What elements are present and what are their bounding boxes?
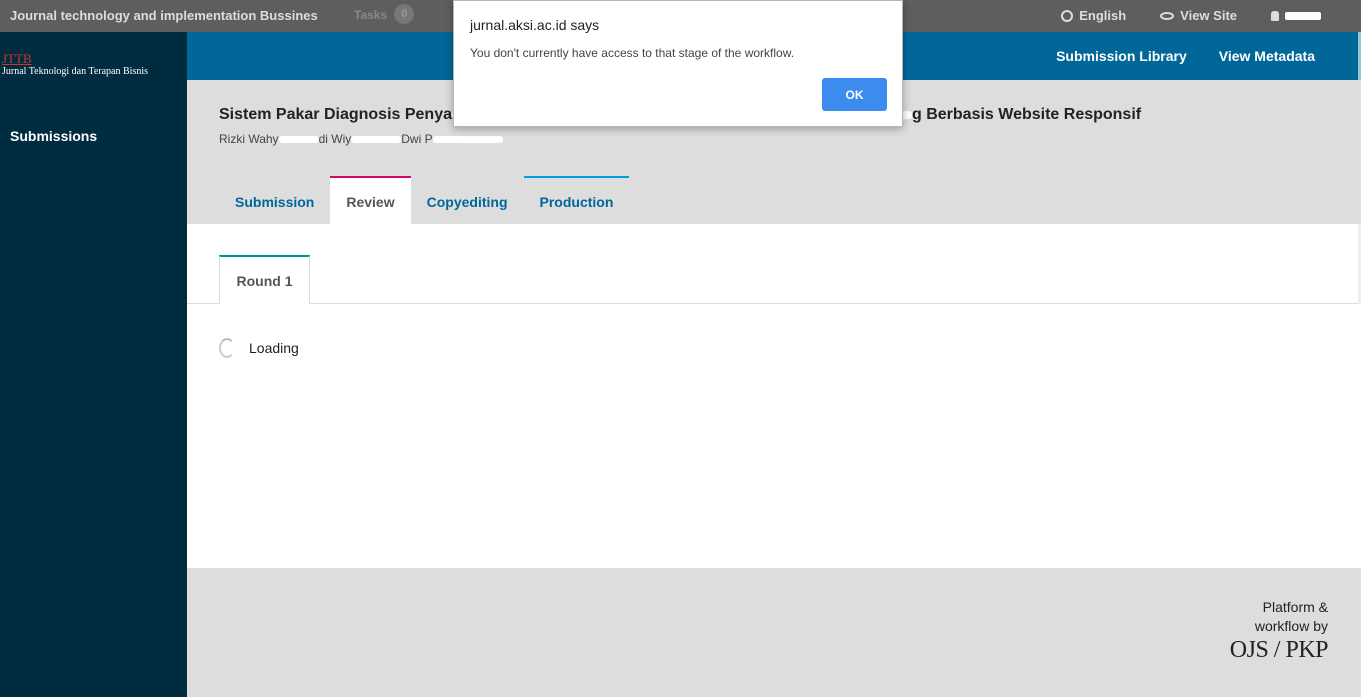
- redaction-mark: [432, 136, 503, 144]
- footer: Platform & workflow by OJS / PKP: [187, 568, 1361, 697]
- spinner-icon: [219, 338, 235, 358]
- submission-library-button[interactable]: Submission Library: [1056, 48, 1187, 64]
- view-metadata-button[interactable]: View Metadata: [1219, 48, 1315, 64]
- loading-indicator: Loading: [219, 338, 299, 358]
- redaction-mark: [278, 136, 319, 144]
- username-redacted: [1285, 11, 1321, 20]
- authors-end: Dwi P: [401, 132, 433, 146]
- eye-icon: [1160, 11, 1175, 20]
- authors-start: Rizki Wahy: [219, 132, 279, 146]
- redaction-mark: [351, 136, 402, 144]
- tasks-label: Tasks: [354, 8, 388, 23]
- platform-brand: OJS / PKP: [1229, 637, 1329, 663]
- submission-authors: Rizki Wahy di Wiy Dwi P: [219, 132, 503, 146]
- site-title-link[interactable]: Journal technology and implementation Bu…: [10, 8, 318, 23]
- tab-production[interactable]: Production: [523, 176, 630, 224]
- language-menu[interactable]: English: [1061, 8, 1126, 23]
- platform-text-line2: workflow by: [1254, 618, 1328, 634]
- dialog-message: You don't currently have access to that …: [470, 46, 795, 60]
- platform-text-line1: Platform &: [1262, 599, 1328, 615]
- authors-middle: di Wiy: [318, 132, 352, 146]
- user-icon: [1271, 10, 1279, 21]
- logo-full-name: Jurnal Teknologi dan Terapan Bisnis: [2, 66, 148, 77]
- tab-divider: [187, 303, 1361, 304]
- submission-title-end: g Berbasis Website Responsif: [912, 106, 1142, 123]
- logo-abbreviation: JTTB: [2, 51, 32, 66]
- tasks-count-badge: 0: [394, 4, 415, 24]
- dialog-title: jurnal.aksi.ac.id says: [470, 17, 600, 33]
- journal-logo[interactable]: JTTB Jurnal Teknologi dan Terapan Bisnis: [2, 52, 148, 78]
- workflow-tabs: Submission Review Copyediting Production: [219, 176, 630, 224]
- loading-text: Loading: [249, 340, 299, 356]
- tab-submission[interactable]: Submission: [219, 176, 330, 224]
- tasks-button[interactable]: Tasks 0: [354, 4, 415, 24]
- tab-divider-gap: [220, 303, 309, 304]
- user-menu[interactable]: [1271, 8, 1321, 23]
- tab-copyediting[interactable]: Copyediting: [411, 176, 524, 224]
- review-panel: Round 1 Loading: [187, 224, 1361, 568]
- view-site-link[interactable]: View Site: [1160, 8, 1237, 23]
- tab-review[interactable]: Review: [330, 176, 411, 224]
- submission-title-start: Sistem Pakar Diagnosis Penya: [219, 106, 452, 123]
- pkp-logo[interactable]: Platform & workflow by OJS / PKP: [1229, 598, 1329, 664]
- tab-round-1[interactable]: Round 1: [219, 255, 310, 304]
- view-site-label: View Site: [1180, 8, 1237, 23]
- globe-icon: [1061, 9, 1074, 22]
- sidebar-item-submissions[interactable]: Submissions: [10, 128, 97, 144]
- alert-dialog: jurnal.aksi.ac.id says You don't current…: [453, 0, 903, 127]
- sidebar: JTTB Jurnal Teknologi dan Terapan Bisnis…: [0, 32, 187, 697]
- ok-button[interactable]: OK: [822, 78, 887, 111]
- language-label: English: [1079, 8, 1127, 23]
